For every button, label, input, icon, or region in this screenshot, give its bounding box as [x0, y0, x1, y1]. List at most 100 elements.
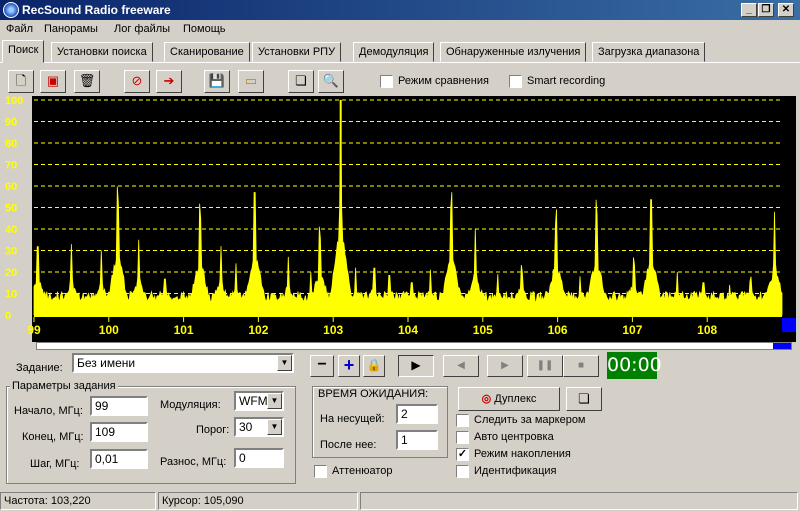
zoom-icon[interactable]: 🔍 [318, 70, 344, 93]
spacing-input[interactable]: 0 [234, 448, 284, 468]
smart-recording-checkbox[interactable] [509, 75, 522, 88]
auto-center-checkbox[interactable] [456, 431, 469, 444]
smart-recording-label: Smart recording [527, 75, 606, 87]
x-tick-label: 101 [174, 323, 194, 337]
spectrum-chart[interactable]: 0 10 20 30 40 50 60 70 80 90 100 99 100 101 102 103 104… [4, 96, 796, 342]
accumulation-label: Режим накопления [474, 448, 571, 460]
y-tick-label: 80 [5, 138, 17, 150]
tab-scanning[interactable]: Сканирование [164, 42, 250, 62]
menu-log-files[interactable]: Лог файлы [114, 23, 170, 35]
accumulation-checkbox[interactable]: ✓ [456, 448, 469, 461]
tab-demodulation[interactable]: Демодуляция [353, 42, 435, 62]
y-tick-label: 40 [5, 224, 17, 236]
follow-marker-label: Следить за маркером [474, 414, 586, 426]
after-wait-input[interactable]: 1 [396, 430, 438, 450]
auto-center-label: Авто центровка [474, 431, 554, 443]
step-input[interactable]: 0,01 [90, 449, 148, 469]
lock-icon[interactable]: 🔒 [363, 355, 385, 377]
identification-label: Идентификация [474, 465, 557, 477]
y-tick-label: 10 [5, 289, 17, 301]
chart-scrollbar[interactable] [36, 342, 792, 350]
task-value: Без имени [77, 356, 136, 370]
modulation-select[interactable]: WFM ▼ [234, 391, 284, 411]
y-tick-label: 20 [5, 267, 17, 279]
forward-icon[interactable]: ▶ [487, 355, 523, 377]
follow-marker-checkbox[interactable] [456, 414, 469, 427]
duplex-button[interactable]: ◎ Дуплекс [458, 387, 560, 411]
x-tick-label: 103 [323, 323, 343, 337]
remove-task-button[interactable]: − [310, 355, 334, 377]
new-file-icon[interactable]: 🗋 [8, 70, 34, 93]
task-label: Задание: [16, 362, 63, 374]
y-tick-label: 90 [5, 117, 17, 129]
trash-icon[interactable]: 🗑 [74, 70, 100, 93]
menu-panoramas[interactable]: Панорамы [44, 23, 98, 35]
restore-button[interactable]: ❐ [758, 3, 774, 17]
identification-checkbox[interactable] [456, 465, 469, 478]
tab-receiver-settings[interactable]: Установки РПУ [252, 42, 342, 62]
close-button[interactable]: ✕ [778, 3, 794, 17]
open-folder-icon[interactable]: ▭ [238, 70, 264, 93]
copy-icon[interactable]: ❏ [566, 387, 602, 411]
duplex-icon: ◎ [481, 393, 492, 405]
compare-mode-checkbox[interactable] [380, 75, 393, 88]
start-freq-input[interactable]: 99 [90, 396, 148, 416]
attenuator-label: Аттенюатор [332, 465, 393, 477]
end-freq-input[interactable]: 109 [90, 422, 148, 442]
step-label: Шаг, МГц: [30, 458, 80, 470]
carrier-wait-input[interactable]: 2 [396, 404, 438, 424]
task-params-title: Параметры задания [10, 380, 118, 392]
y-tick-label: 70 [5, 160, 17, 172]
menu-file[interactable]: Файл [6, 23, 33, 35]
play-icon[interactable]: ▶ [398, 355, 434, 377]
x-tick-label: 100 [99, 323, 119, 337]
title-bar: RecSound Radio freeware _ ❐ ✕ [0, 0, 800, 20]
tab-search[interactable]: Поиск [2, 40, 45, 63]
modulation-value: WFM [239, 394, 268, 408]
tab-range-load[interactable]: Загрузка диапазона [592, 42, 706, 62]
tab-detected-emissions[interactable]: Обнаруженные излучения [440, 42, 587, 62]
chevron-down-icon[interactable]: ▼ [277, 355, 292, 371]
save-record-icon[interactable]: ▣ [40, 70, 66, 93]
save-icon[interactable]: 💾 [204, 70, 230, 93]
y-tick-label: 50 [5, 203, 17, 215]
threshold-value: 30 [239, 420, 253, 434]
tab-panel-border [0, 62, 800, 63]
y-tick-label: 60 [5, 181, 17, 193]
threshold-label: Порог: [196, 424, 230, 436]
compare-mode-label: Режим сравнения [398, 75, 489, 87]
status-empty [360, 492, 798, 510]
elapsed-timer: 00:00 [607, 352, 662, 379]
y-tick-label: 30 [5, 246, 17, 258]
pause-icon[interactable]: ❚❚ [527, 355, 563, 377]
y-tick-label: 100 [5, 96, 23, 107]
chevron-down-icon[interactable]: ▼ [267, 393, 282, 409]
attenuator-checkbox[interactable] [314, 465, 327, 478]
y-axis-ticks: 0 10 20 30 40 50 60 70 80 90 100 [5, 96, 23, 322]
rewind-icon[interactable]: ◀ [443, 355, 479, 377]
task-select[interactable]: Без имени ▼ [72, 353, 294, 373]
spacing-label: Разнос, МГц: [160, 456, 227, 468]
import-icon[interactable]: ➔ [156, 70, 182, 93]
stop-icon[interactable]: ■ [563, 355, 599, 377]
minimize-button[interactable]: _ [741, 3, 757, 17]
modulation-label: Модуляция: [160, 399, 221, 411]
window-title: RecSound Radio freeware [22, 3, 171, 17]
menu-bar: Файл Панорамы Лог файлы Помощь [0, 20, 800, 39]
status-cursor: Курсор: 105,090 [158, 492, 358, 510]
stop-record-icon[interactable]: ⊘ [124, 70, 150, 93]
duplex-label: Дуплекс [494, 393, 537, 405]
chart-scroll-thumb[interactable] [773, 343, 791, 349]
zoom-marker-handle[interactable] [782, 318, 796, 332]
menu-help[interactable]: Помощь [183, 23, 226, 35]
x-tick-label: 102 [248, 323, 268, 337]
x-tick-label: 104 [398, 323, 418, 337]
copy-icon[interactable]: ❏ [288, 70, 314, 93]
add-task-button[interactable]: + [338, 355, 360, 377]
after-wait-label: После нее: [320, 439, 377, 451]
threshold-select[interactable]: 30 ▼ [234, 417, 284, 437]
status-frequency: Частота: 103,220 [0, 492, 156, 510]
chevron-down-icon[interactable]: ▼ [267, 419, 282, 435]
x-tick-label: 106 [548, 323, 568, 337]
tab-search-settings[interactable]: Установки поиска [51, 42, 153, 62]
